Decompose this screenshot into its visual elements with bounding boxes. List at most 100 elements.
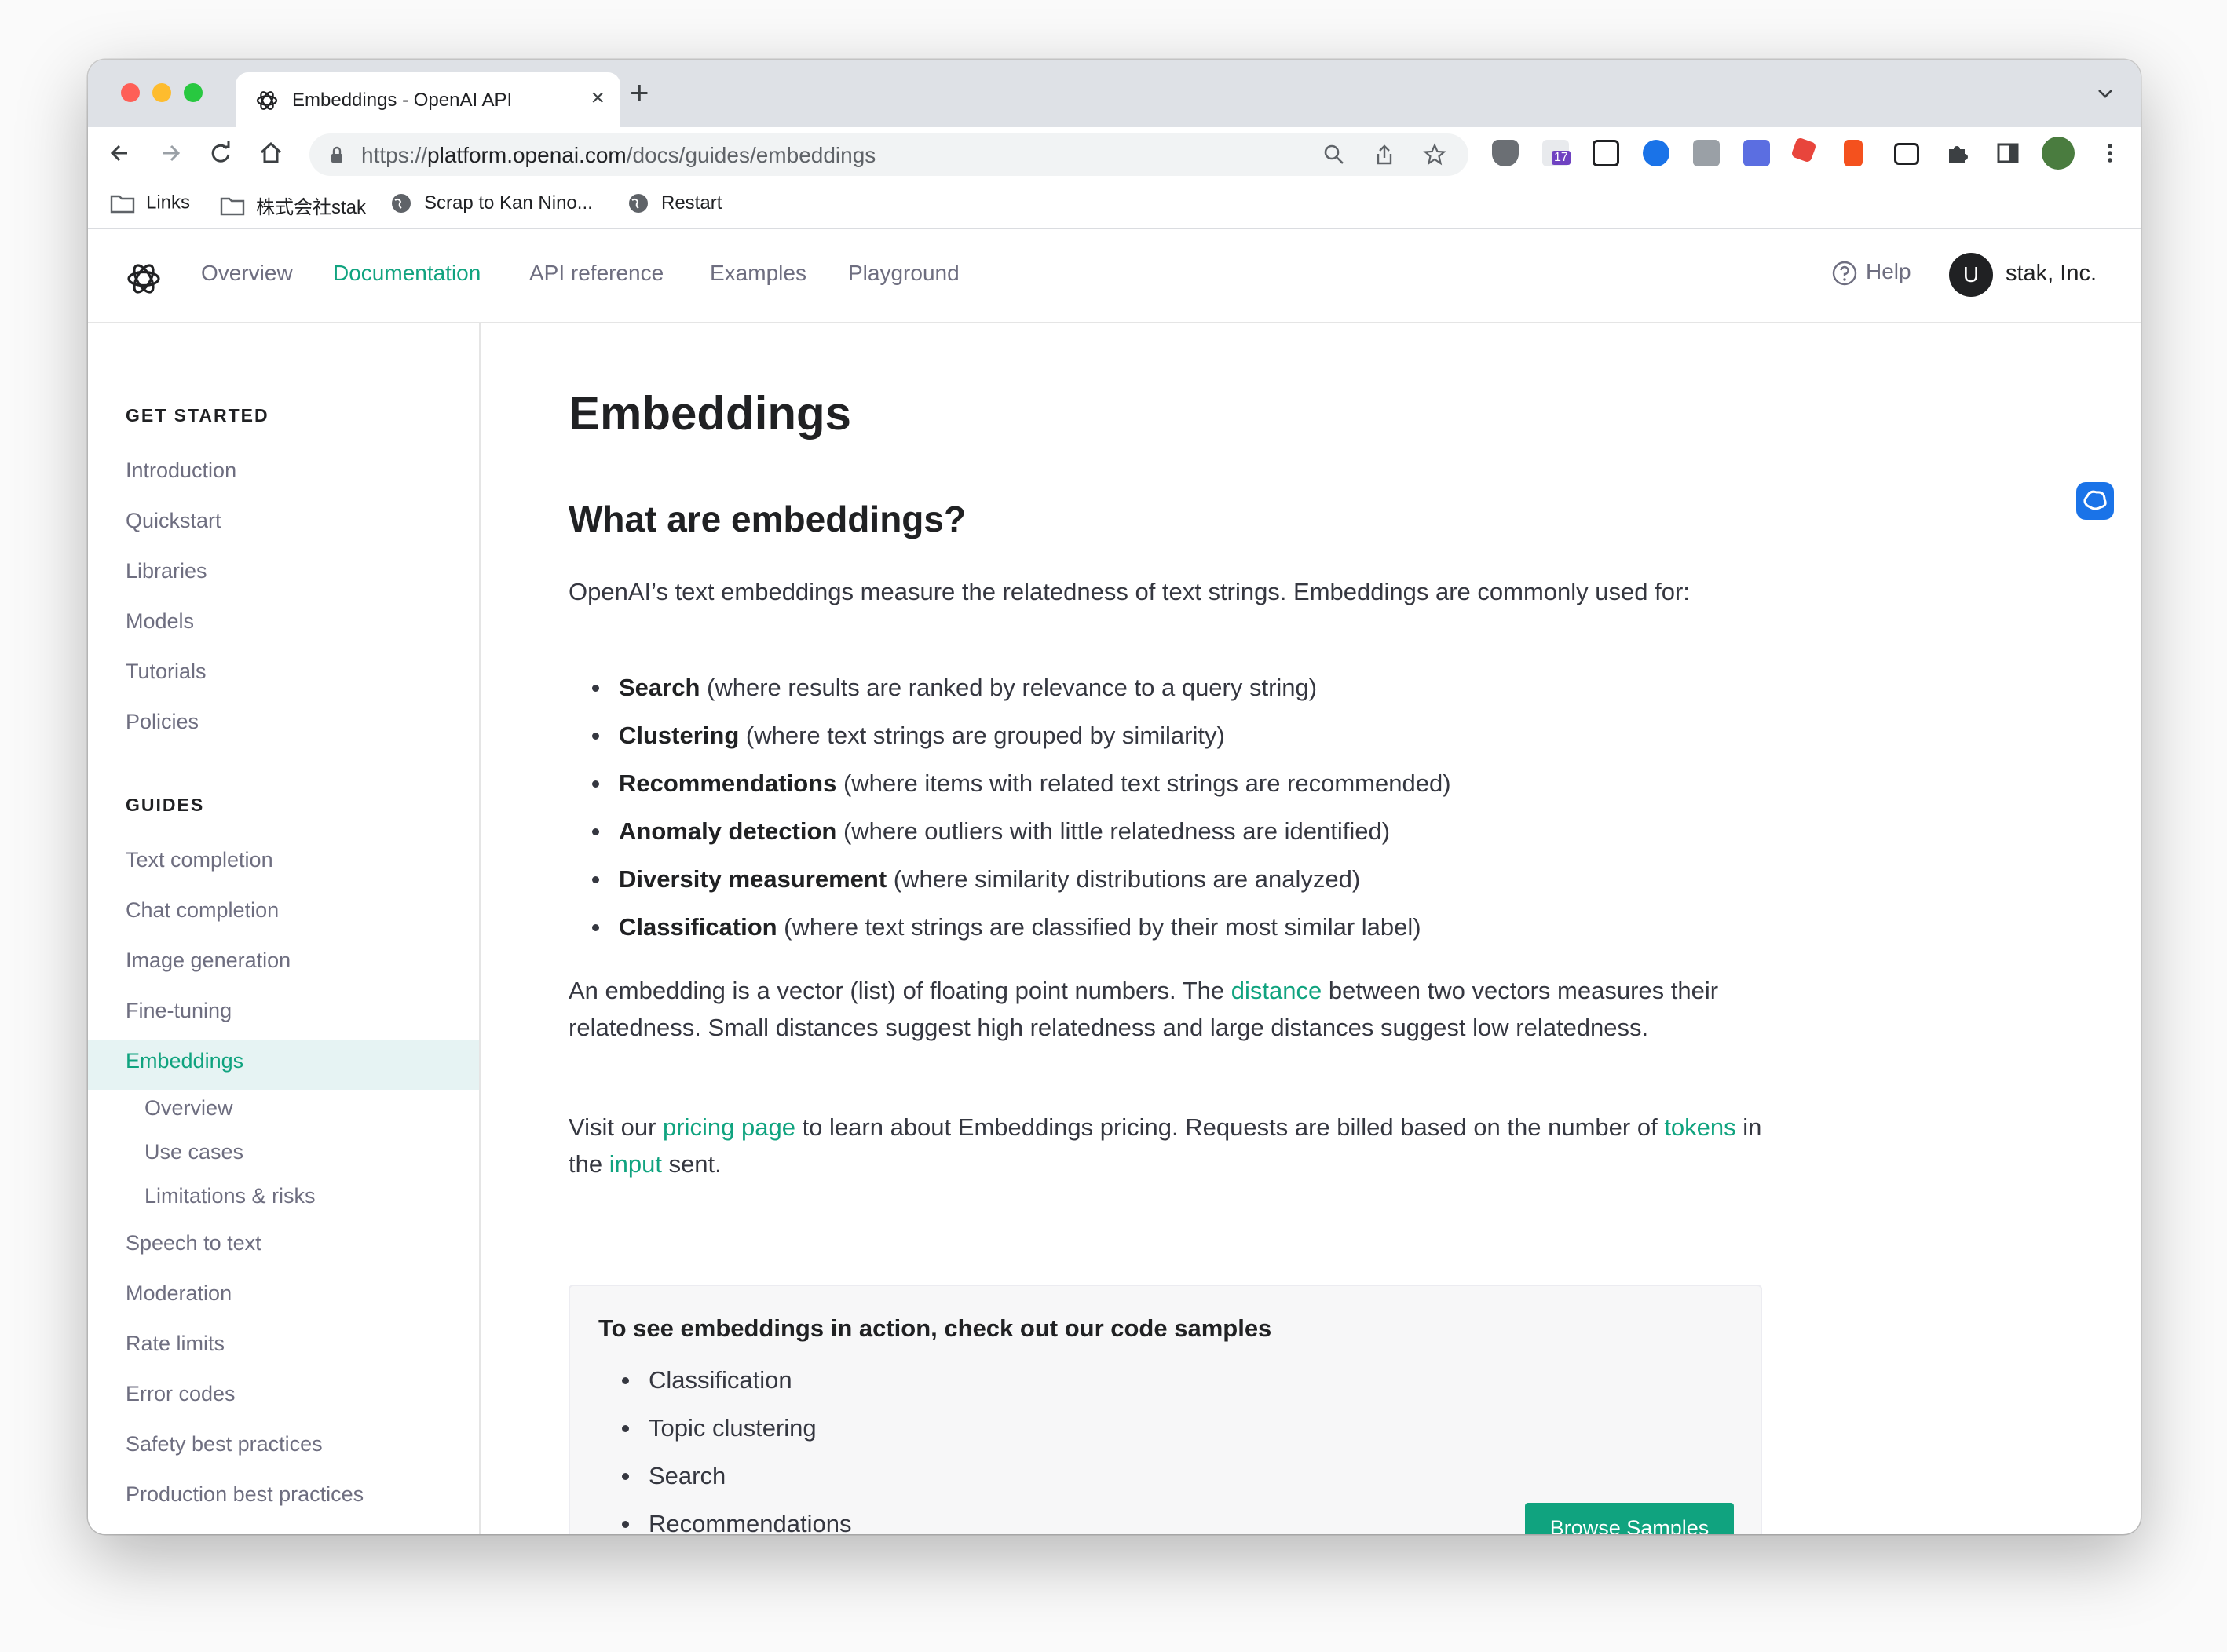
pricing-page-link[interactable]: pricing page	[663, 1113, 795, 1141]
nav-playground[interactable]: Playground	[848, 261, 960, 286]
sidebar-item-moderation[interactable]: Moderation	[126, 1281, 232, 1306]
input-link[interactable]: input	[609, 1150, 662, 1178]
sidebar-item-libraries[interactable]: Libraries	[126, 559, 207, 583]
list-item: Classification (where text strings are c…	[569, 910, 1746, 958]
back-icon[interactable]	[104, 137, 137, 170]
extensions-puzzle-icon[interactable]	[1944, 140, 1971, 166]
openai-logo-icon[interactable]	[124, 259, 163, 298]
forward-icon[interactable]	[154, 137, 187, 170]
sidebar-heading-guides: GUIDES	[126, 795, 205, 815]
code-samples-callout: To see embeddings in action, check out o…	[569, 1285, 1762, 1534]
onepassword-extension-icon[interactable]	[1643, 140, 1669, 166]
sidebar-subitem-use-cases[interactable]: Use cases	[144, 1140, 243, 1164]
sidebar-item-chat-completion[interactable]: Chat completion	[126, 898, 279, 923]
share-icon[interactable]	[1373, 143, 1396, 166]
sidebar-item-safety-best-practices[interactable]: Safety best practices	[126, 1432, 323, 1456]
sidebar-subitem-overview[interactable]: Overview	[144, 1096, 233, 1120]
sidebar-item-quickstart[interactable]: Quickstart	[126, 509, 221, 533]
bookmark-scrap[interactable]: Scrap to Kan Nino...	[389, 192, 593, 215]
list-item: Recommendations	[598, 1507, 851, 1534]
sidebar-item-policies[interactable]: Policies	[126, 710, 199, 734]
url-text[interactable]: https://platform.openai.com/docs/guides/…	[361, 143, 876, 168]
extension-badge: 17	[1552, 151, 1571, 165]
lock-extension-icon[interactable]	[1844, 140, 1863, 166]
list-item: Recommendations (where items with relate…	[569, 766, 1746, 814]
tab-title: Embeddings - OpenAI API	[292, 90, 513, 111]
sidebar-item-speech-to-text[interactable]: Speech to text	[126, 1231, 261, 1255]
side-panel-icon[interactable]	[1995, 140, 2021, 166]
list-item: Topic clustering	[598, 1411, 851, 1459]
pin-extension-icon[interactable]	[1790, 137, 1817, 163]
list-item: Diversity measurement (where similarity …	[569, 862, 1746, 910]
reload-icon[interactable]	[204, 137, 237, 170]
globe-icon	[629, 194, 648, 213]
tokens-link[interactable]: tokens	[1664, 1113, 1735, 1141]
user-avatar[interactable]: U	[1949, 253, 1993, 297]
globe-icon	[392, 194, 411, 213]
sidebar-item-text-completion[interactable]: Text completion	[126, 848, 273, 872]
use-case-list: Search (where results are ranked by rele…	[569, 671, 1746, 958]
nav-examples[interactable]: Examples	[710, 261, 806, 286]
browser-toolbar: https://platform.openai.com/docs/guides/…	[88, 127, 2141, 179]
home-icon[interactable]	[254, 137, 287, 170]
list-item: Search (where results are ranked by rele…	[569, 671, 1746, 718]
vector-paragraph: An embedding is a vector (list) of float…	[569, 977, 1719, 1041]
sidebar-item-rate-limits[interactable]: Rate limits	[126, 1332, 225, 1356]
floating-extension-icon[interactable]	[2076, 482, 2114, 520]
nav-overview[interactable]: Overview	[201, 261, 293, 286]
list-item: Anomaly detection (where outliers with l…	[569, 814, 1746, 862]
intro-paragraph: OpenAI’s text embeddings measure the rel…	[569, 578, 1690, 605]
browse-samples-button[interactable]: Browse Samples	[1525, 1503, 1734, 1534]
sidebar-item-error-codes[interactable]: Error codes	[126, 1382, 236, 1406]
ublock-extension-icon[interactable]	[1492, 140, 1519, 166]
list-item: Clustering (where text strings are group…	[569, 718, 1746, 766]
sidebar-item-models[interactable]: Models	[126, 609, 194, 634]
nav-documentation[interactable]: Documentation	[333, 261, 481, 286]
sidebar-item-introduction[interactable]: Introduction	[126, 459, 236, 483]
browser-tab[interactable]: Embeddings - OpenAI API ×	[236, 72, 620, 127]
sample-list: Classification Topic clustering Search R…	[598, 1363, 851, 1534]
sidebar-item-tutorials[interactable]: Tutorials	[126, 660, 207, 684]
org-name[interactable]: stak, Inc.	[2006, 261, 2097, 287]
docs-sidebar: GET STARTED Introduction Quickstart Libr…	[88, 323, 481, 1534]
new-tab-button[interactable]: +	[630, 76, 649, 109]
sidebar-item-production-best-practices[interactable]: Production best practices	[126, 1482, 364, 1507]
sidebar-item-embeddings[interactable]: Embeddings	[126, 1049, 243, 1073]
page-title: Embeddings	[569, 387, 852, 440]
tab-strip: Embeddings - OpenAI API × +	[88, 60, 2141, 127]
minimize-window-button[interactable]	[152, 83, 171, 102]
section-heading: What are embeddings?	[569, 499, 967, 539]
calendar-extension-icon[interactable]: 17	[1542, 140, 1571, 166]
bookmark-star-icon[interactable]	[1423, 143, 1446, 166]
bookmarks-bar: Links 株式会社stak Scrap to Kan Nino... Rest…	[88, 179, 2141, 229]
grid-extension-icon[interactable]	[1743, 140, 1770, 166]
address-bar[interactable]: https://platform.openai.com/docs/guides/…	[309, 133, 1468, 176]
brain-icon	[2083, 490, 2107, 510]
bookmark-stak[interactable]: 株式会社stak	[220, 192, 366, 218]
camera-extension-icon[interactable]	[1693, 140, 1720, 166]
notion-extension-icon[interactable]	[1593, 140, 1619, 166]
sidebar-item-image-generation[interactable]: Image generation	[126, 948, 291, 973]
folder-icon	[110, 195, 135, 213]
browser-window: Embeddings - OpenAI API × + https://plat…	[88, 60, 2141, 1534]
bookmark-restart[interactable]: Restart	[627, 192, 722, 215]
maximize-window-button[interactable]	[184, 83, 203, 102]
list-item: Search	[598, 1459, 851, 1507]
close-window-button[interactable]	[121, 83, 140, 102]
lock-icon[interactable]	[327, 144, 347, 165]
folder-icon	[220, 197, 245, 215]
bookmark-links[interactable]: Links	[110, 192, 190, 215]
distance-link[interactable]: distance	[1231, 977, 1322, 1004]
help-link[interactable]: Help	[1831, 259, 1911, 287]
callout-title: To see embeddings in action, check out o…	[598, 1314, 1272, 1342]
profile-avatar[interactable]	[2042, 137, 2075, 170]
chevron-down-icon[interactable]	[2095, 83, 2115, 104]
nav-api-reference[interactable]: API reference	[529, 261, 664, 286]
sidebar-subitem-limitations[interactable]: Limitations & risks	[144, 1184, 316, 1208]
sidebar-item-fine-tuning[interactable]: Fine-tuning	[126, 999, 232, 1023]
tab-close-icon[interactable]: ×	[591, 85, 605, 111]
sidebar-heading-get-started: GET STARTED	[126, 405, 269, 426]
search-icon[interactable]	[1322, 143, 1346, 166]
picture-in-picture-icon[interactable]	[1894, 143, 1919, 165]
more-menu-icon[interactable]	[2097, 140, 2123, 166]
